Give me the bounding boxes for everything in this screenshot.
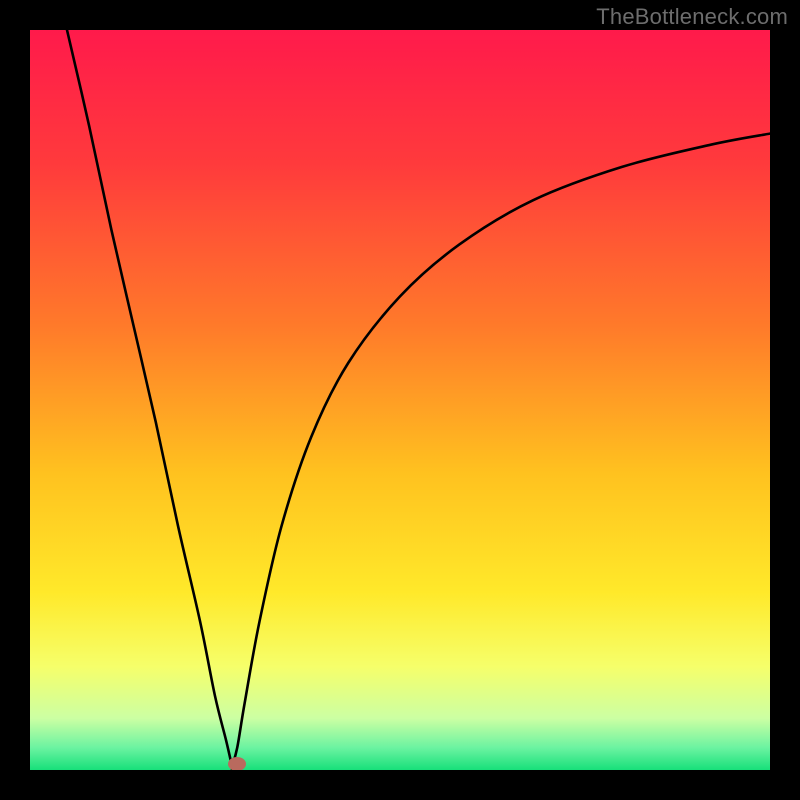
attribution-label: TheBottleneck.com [596, 4, 788, 30]
bottleneck-curve [30, 30, 770, 770]
optimal-point-marker [228, 757, 246, 770]
chart-frame: TheBottleneck.com [0, 0, 800, 800]
plot-area [30, 30, 770, 770]
